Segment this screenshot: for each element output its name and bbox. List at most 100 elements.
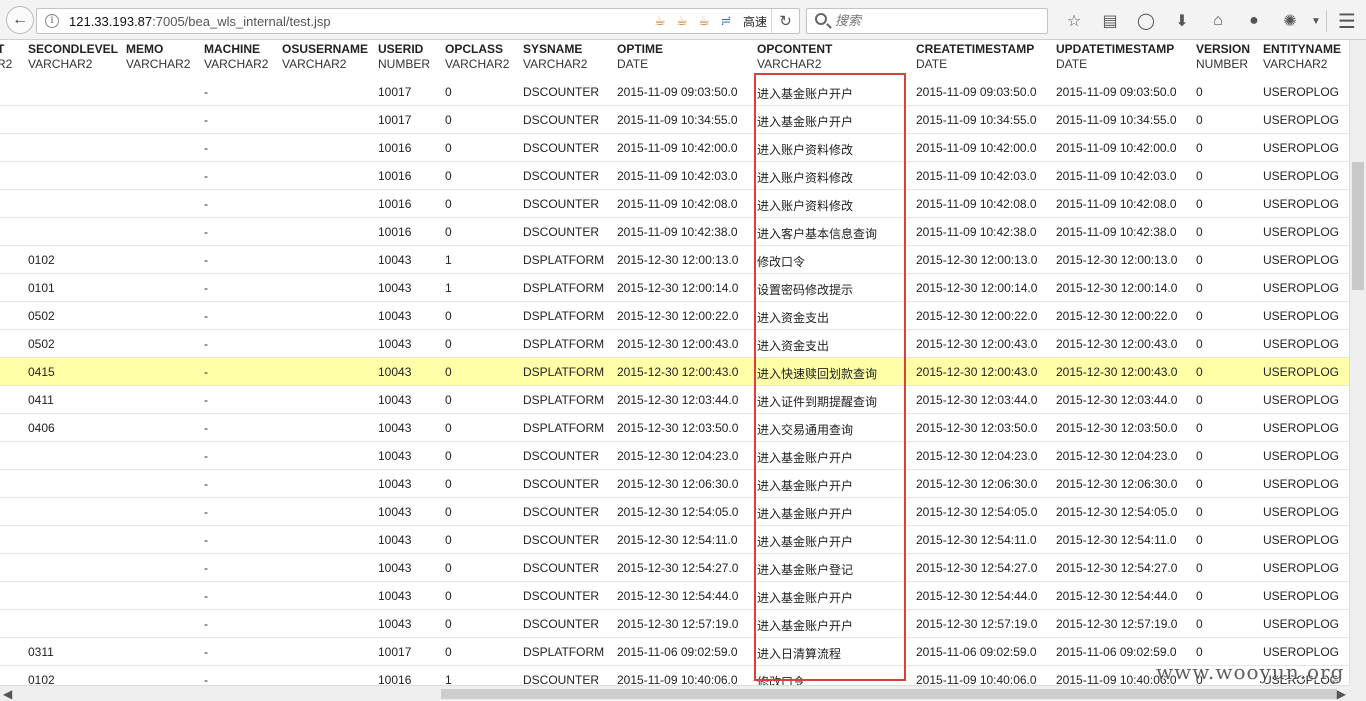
pocket-icon[interactable]: ◯: [1128, 8, 1164, 34]
java-icon[interactable]: ☕: [695, 12, 713, 30]
column-type: NUMBER: [1196, 57, 1249, 71]
table-row: - 10043 0 DSCOUNTER 2015-12-30 12:54:27.0 进入基…: [0, 554, 1349, 582]
table-cell: 1: [445, 673, 452, 685]
column-name: VERSION: [1196, 42, 1251, 56]
table-cell: USEROPLOG: [1263, 421, 1340, 435]
java-icon[interactable]: ☕: [651, 12, 669, 30]
table-cell: 0: [445, 85, 452, 99]
horizontal-scrollbar[interactable]: ◀ ▶: [0, 685, 1349, 701]
vertical-scrollbar[interactable]: [1349, 40, 1366, 685]
table-cell: -: [204, 477, 208, 491]
scroll-right-icon[interactable]: ▶: [1337, 687, 1346, 701]
table-cell: 2015-12-30 12:00:13.0: [916, 253, 1038, 267]
horizontal-scroll-thumb[interactable]: [441, 689, 1337, 699]
home-icon[interactable]: ⌂: [1200, 8, 1236, 34]
table-cell: 10016: [378, 225, 412, 239]
table-cell: 进入基金账户开户: [757, 115, 854, 129]
table-cell: 0: [1196, 365, 1203, 379]
table-cell: USEROPLOG: [1263, 449, 1340, 463]
table-cell: 进入基金账户开户: [757, 87, 854, 101]
info-icon[interactable]: i: [45, 14, 59, 28]
table-cell: 进入基金账户登记: [757, 563, 854, 577]
table-cell: 10043: [378, 281, 412, 295]
column-name: UPDATETIMESTAMP: [1056, 42, 1175, 56]
table-cell: 2015-12-30 12:00:14.0: [1056, 281, 1178, 295]
table-row: 0411 - 10043 0 DSPLATFORM 2015-12-30 12:03:44…: [0, 386, 1349, 414]
table-cell: DSCOUNTER: [523, 477, 600, 491]
table-cell: 2015-11-09 10:34:55.0: [1056, 113, 1177, 127]
bookmarks-library-icon[interactable]: ▤: [1092, 8, 1128, 34]
table-row: - 10043 0 DSCOUNTER 2015-12-30 12:54:05.0 进入基…: [0, 498, 1349, 526]
watermark: www.wooyun.org: [1156, 660, 1345, 684]
column-type: VARCHAR2: [523, 57, 588, 71]
column-name: MACHINE: [204, 42, 260, 56]
table-cell: 10017: [378, 85, 412, 99]
table-cell: 2015-11-09 10:42:38.0: [617, 225, 738, 239]
column-name: ENTITYNAME: [1263, 42, 1341, 56]
table-cell: 0: [1196, 85, 1203, 99]
java-icon[interactable]: ☕: [673, 12, 691, 30]
download-icon[interactable]: ⬇: [1164, 8, 1200, 34]
back-button[interactable]: ←: [6, 6, 34, 34]
table-cell: 进入证件到期提醒查询: [757, 395, 878, 409]
search-bar[interactable]: [806, 8, 1048, 34]
table-cell: 0: [445, 589, 452, 603]
table-cell: 2015-12-30 12:54:27.0: [617, 561, 739, 575]
column-name: T: [0, 42, 5, 56]
search-input[interactable]: [835, 12, 1035, 30]
table-cell: DSCOUNTER: [523, 673, 600, 685]
column-header: SYSNAME VARCHAR2: [523, 42, 587, 72]
chat-icon[interactable]: ●: [1236, 8, 1272, 34]
table-cell: 2015-12-30 12:54:11.0: [1056, 533, 1177, 547]
table-cell: 0: [445, 393, 452, 407]
table-cell: 2015-11-09 10:42:03.0: [617, 169, 738, 183]
column-type: VARCHAR2: [757, 57, 822, 71]
table-cell: USEROPLOG: [1263, 617, 1340, 631]
table-cell: 进入账户资料修改: [757, 171, 854, 185]
vertical-scroll-thumb[interactable]: [1352, 162, 1364, 290]
table-row: - 10016 0 DSCOUNTER 2015-11-09 10:42:03.0 进入账…: [0, 162, 1349, 190]
table-cell: 10017: [378, 645, 412, 659]
table-cell: -: [204, 141, 208, 155]
table-cell: USEROPLOG: [1263, 197, 1340, 211]
table-cell: 2015-12-30 12:06:30.0: [916, 477, 1038, 491]
table-cell: 设置密码修改提示: [757, 283, 854, 297]
table-cell: 2015-12-30 12:06:30.0: [617, 477, 739, 491]
url-text[interactable]: 121.33.193.87:7005/bea_wls_internal/test…: [69, 14, 331, 29]
column-type: VARCHAR2: [126, 57, 191, 71]
table-cell: -: [204, 281, 208, 295]
extension-icon[interactable]: ✺: [1272, 8, 1308, 34]
speed-mode-icon[interactable]: ≓: [717, 12, 735, 30]
table-cell: 2015-12-30 12:54:44.0: [916, 589, 1038, 603]
extension-dropdown-icon[interactable]: ▼: [1308, 8, 1324, 34]
table-cell: 2015-12-30 12:00:43.0: [1056, 337, 1178, 351]
table-cell: -: [204, 113, 208, 127]
column-type: DATE: [617, 57, 649, 71]
table-cell: 进入基金账户开户: [757, 591, 854, 605]
table-cell: -: [204, 589, 208, 603]
column-type: VARCHAR2: [282, 57, 347, 71]
table-cell: 2015-12-30 12:00:43.0: [617, 337, 739, 351]
table-cell: 2015-12-30 12:03:50.0: [916, 421, 1038, 435]
table-cell: 0: [445, 169, 452, 183]
table-cell: DSPLATFORM: [523, 281, 605, 295]
bookmark-star-icon[interactable]: ☆: [1056, 8, 1092, 34]
table-cell: 0: [1196, 169, 1203, 183]
toolbar-separator: [1326, 10, 1327, 32]
menu-icon[interactable]: ☰: [1329, 8, 1365, 34]
table-cell: 10043: [378, 337, 412, 351]
table-cell: 2015-12-30 12:54:44.0: [1056, 589, 1178, 603]
result-table: T R2 SECONDLEVEL VARCHAR2 MEMO VARCHAR2 MACHIN…: [0, 40, 1349, 685]
table-row: - 10017 0 DSCOUNTER 2015-11-09 09:03:50.0 进入基…: [0, 78, 1349, 106]
table-cell: DSCOUNTER: [523, 141, 600, 155]
scroll-left-icon[interactable]: ◀: [3, 687, 12, 701]
table-cell: 2015-12-30 12:04:23.0: [1056, 449, 1178, 463]
table-cell: 10043: [378, 533, 412, 547]
column-name: USERID: [378, 42, 424, 56]
table-cell: DSCOUNTER: [523, 113, 600, 127]
url-bar[interactable]: i 121.33.193.87:7005/bea_wls_internal/te…: [36, 8, 800, 34]
table-cell: 2015-11-09 10:42:08.0: [1056, 197, 1177, 211]
reload-button[interactable]: ↻: [771, 9, 799, 33]
speed-label[interactable]: 高速: [743, 13, 767, 30]
search-icon: [815, 13, 827, 25]
